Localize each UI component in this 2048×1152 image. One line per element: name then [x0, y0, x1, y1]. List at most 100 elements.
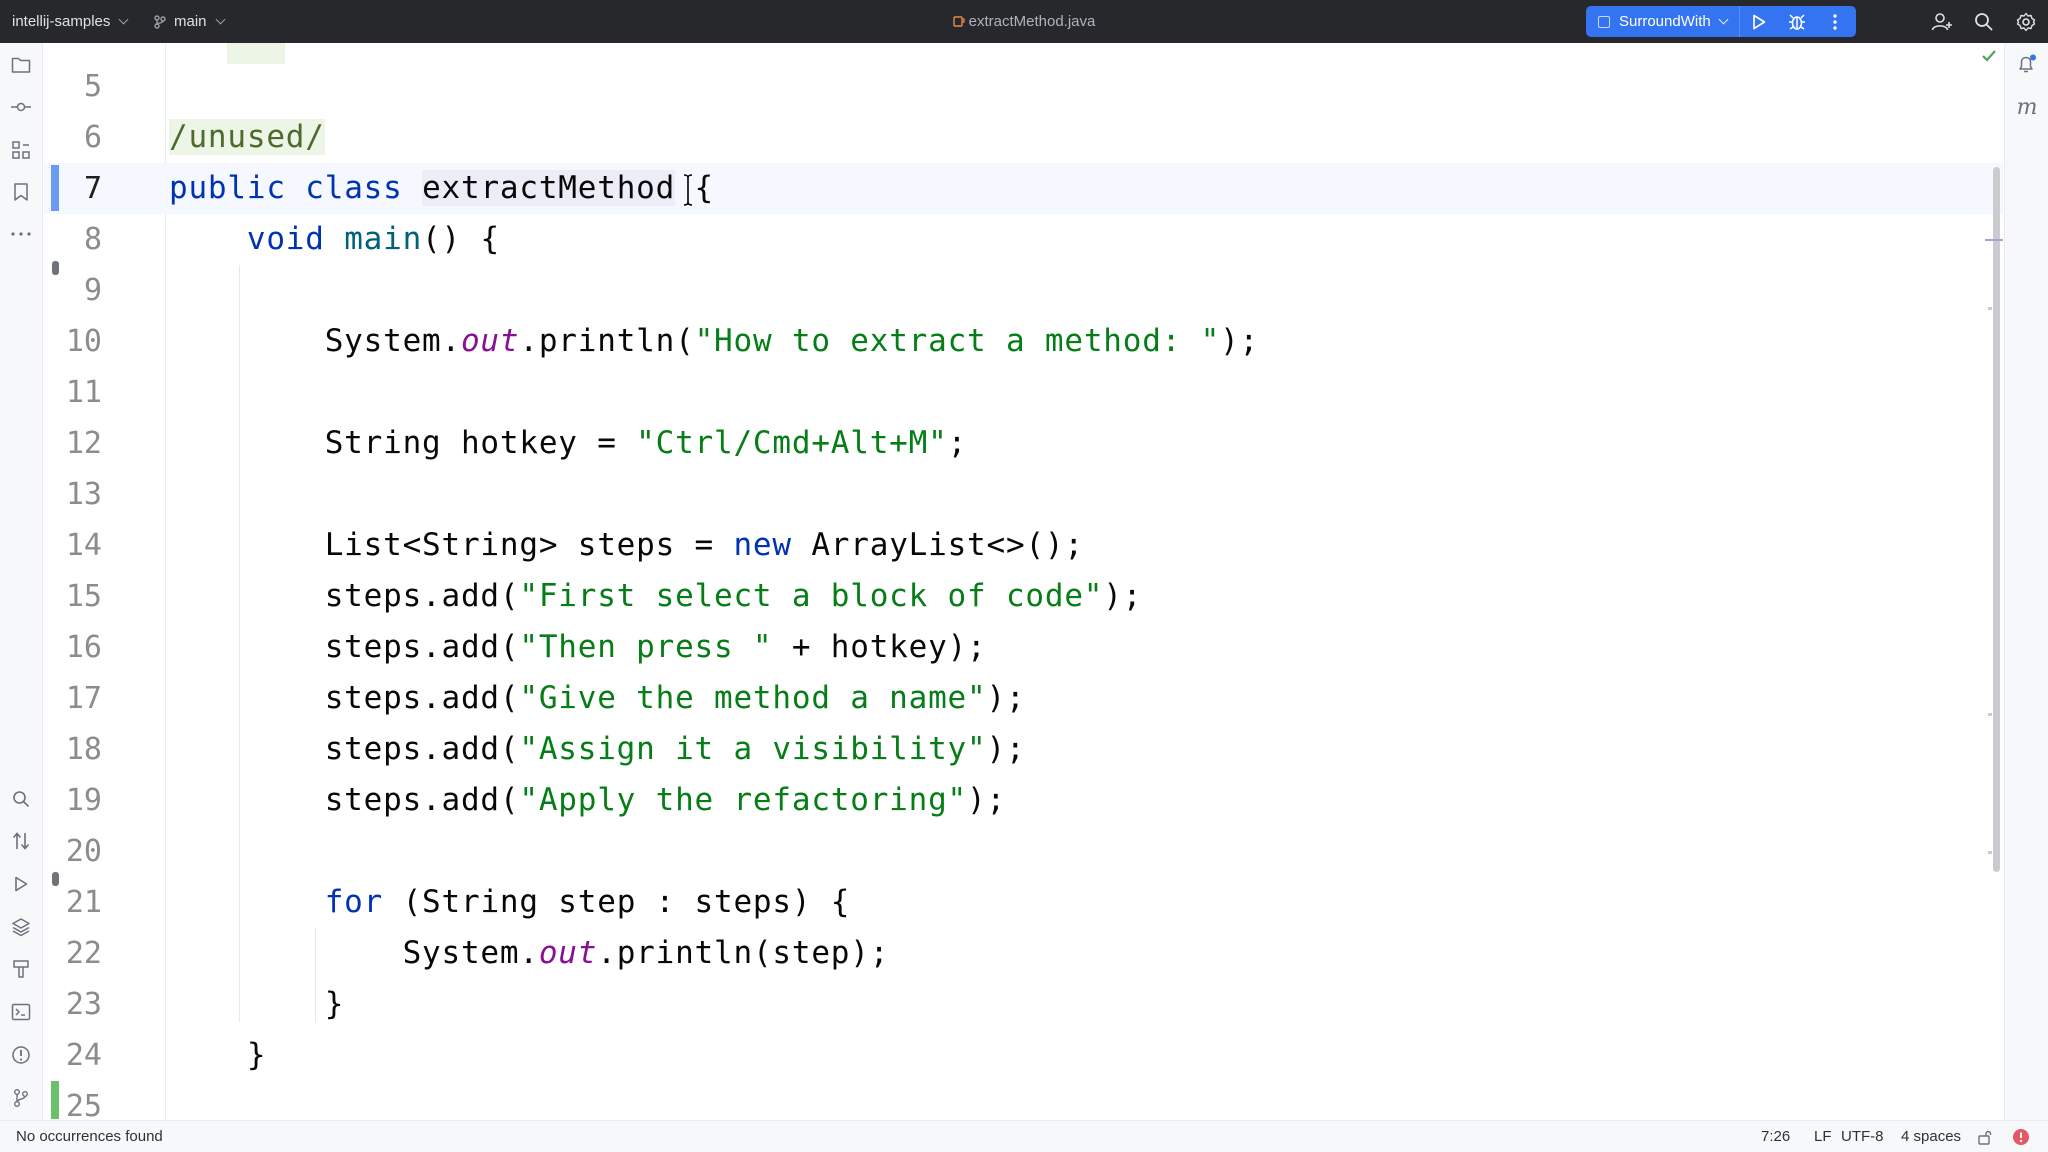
class-name: extractMethod — [422, 170, 676, 206]
more-actions-button[interactable] — [1816, 6, 1854, 37]
line-number: 23 — [65, 987, 102, 1022]
lock-open-icon[interactable] — [1977, 1129, 1993, 1145]
java-file-icon — [952, 16, 965, 27]
commit-tool-button[interactable] — [9, 95, 33, 119]
scroll-marker[interactable] — [1988, 307, 1992, 310]
status-message: No occurrences found — [16, 1128, 163, 1145]
code-editor[interactable]: 5 6 /unused/ 7 public class extractMetho… — [44, 43, 2003, 1120]
debug-button[interactable] — [1778, 6, 1816, 37]
code-line: 17 steps.add("Give the method a name"); — [44, 673, 2003, 724]
code-call: .println(step); — [597, 935, 890, 971]
line-number: 20 — [65, 834, 102, 869]
bell-icon — [2019, 54, 2036, 73]
line-separator-selector[interactable]: LF — [1814, 1121, 1832, 1152]
bookmarks-tool-button[interactable] — [9, 180, 33, 204]
run-config-name: SurroundWith — [1619, 13, 1711, 30]
run-widget: SurroundWith — [1586, 6, 1856, 37]
code-text: } — [169, 979, 344, 1030]
indent-selector[interactable]: 4 spaces — [1901, 1121, 1961, 1152]
run-button[interactable] — [1740, 6, 1778, 37]
code-text: void main() { — [169, 214, 500, 265]
scroll-marker[interactable] — [1988, 851, 1992, 854]
caret-position[interactable]: 7:26 — [1761, 1121, 1790, 1152]
file-name: extractMethod.java — [968, 13, 1096, 30]
maven-icon: m — [2016, 94, 2038, 120]
settings-button[interactable] — [2013, 9, 2039, 35]
line-number: 14 — [65, 528, 102, 563]
code-expression: + hotkey); — [772, 629, 987, 665]
line-number: 25 — [65, 1089, 102, 1120]
scroll-marker[interactable] — [1985, 239, 2003, 241]
add-user-button[interactable] — [1929, 9, 1955, 35]
status-bar: No occurrences found 7:26 LF UTF-8 4 spa… — [0, 1120, 2048, 1152]
no-problems-check-icon[interactable] — [1981, 49, 1997, 63]
commit-icon — [11, 102, 31, 112]
notifications-tool-button[interactable] — [2015, 52, 2039, 76]
code-line: 12 String hotkey = "Ctrl/Cmd+Alt+M"; — [44, 418, 2003, 469]
code-line: 23 } — [44, 979, 2003, 1030]
keyword: class — [305, 170, 403, 206]
code-line: 24 } — [44, 1030, 2003, 1081]
code-line-current: 7 public class extractMethod { — [44, 163, 2003, 214]
code-identifier: System. — [324, 323, 461, 359]
code-punct: ; — [947, 425, 968, 461]
code-line: 20 — [44, 826, 2003, 877]
line-number: 16 — [65, 630, 102, 665]
structure-tool-button[interactable] — [9, 138, 33, 162]
string-literal: "Then press " — [519, 629, 773, 665]
more-tool-windows-button[interactable] — [9, 222, 33, 246]
run-config-icon — [1598, 15, 1610, 28]
code-line: 8 void main() { — [44, 214, 2003, 265]
project-tool-button[interactable] — [9, 53, 33, 77]
code-line: 9 — [44, 261, 2003, 316]
code-line: 15 steps.add("First select a block of co… — [44, 571, 2003, 622]
build-tool-button[interactable] — [9, 957, 33, 981]
code-line: 5 — [44, 61, 2003, 112]
terminal-tool-button[interactable] — [9, 1000, 33, 1024]
static-field: out — [460, 323, 520, 359]
file-encoding-selector[interactable]: UTF-8 — [1841, 1121, 1884, 1152]
services-tool-button[interactable] — [9, 915, 33, 939]
search-icon — [1975, 13, 1993, 31]
line-number: 7 — [83, 171, 102, 206]
code-punct: ); — [986, 731, 1026, 767]
code-identifier: System. — [402, 935, 539, 971]
code-text: /unused/ — [169, 112, 325, 163]
code-punct: () { — [422, 221, 500, 257]
chevron-down-icon — [118, 14, 129, 25]
branch-name: main — [174, 13, 207, 30]
code-expression: (String step : steps) { — [383, 884, 851, 920]
play-icon — [1752, 14, 1766, 29]
run-tool-button[interactable] — [9, 872, 33, 896]
project-selector[interactable]: intellij-samples — [12, 0, 129, 43]
git-tool-button[interactable] — [9, 1086, 33, 1110]
brace: } — [246, 1037, 267, 1073]
scroll-marker[interactable] — [1988, 713, 1992, 716]
code-text: steps.add("First select a block of code"… — [169, 571, 1142, 622]
error-indicator-icon[interactable] — [2012, 1128, 2030, 1146]
line-number: 6 — [83, 120, 102, 155]
problems-tool-button[interactable] — [9, 1043, 33, 1067]
static-field: out — [538, 935, 598, 971]
pull-requests-tool-button[interactable] — [9, 829, 33, 853]
code-text: System.out.println(step); — [169, 928, 889, 979]
code-call: steps.add( — [324, 731, 520, 767]
brace: } — [324, 986, 345, 1022]
line-number: 21 — [65, 885, 102, 920]
line-number: 24 — [65, 1038, 102, 1073]
string-literal: "Assign it a visibility" — [519, 731, 987, 767]
find-tool-button[interactable] — [9, 787, 33, 811]
search-everywhere-button[interactable] — [1971, 9, 1997, 35]
vertical-scrollbar-thumb[interactable] — [1993, 167, 2000, 872]
maven-tool-button[interactable]: m — [2015, 94, 2039, 120]
annotation-unused: /unused/ — [169, 119, 325, 155]
code-line: 11 — [44, 367, 2003, 418]
code-text: steps.add("Give the method a name"); — [169, 673, 1025, 724]
run-configuration-selector[interactable]: SurroundWith — [1586, 6, 1740, 37]
warning-circle-icon — [12, 1046, 30, 1064]
code-punct: ); — [986, 680, 1026, 716]
keyword: void — [246, 221, 325, 257]
structure-icon — [12, 141, 30, 159]
branch-selector[interactable]: main — [154, 0, 225, 43]
code-text: String hotkey = "Ctrl/Cmd+Alt+M"; — [169, 418, 967, 469]
